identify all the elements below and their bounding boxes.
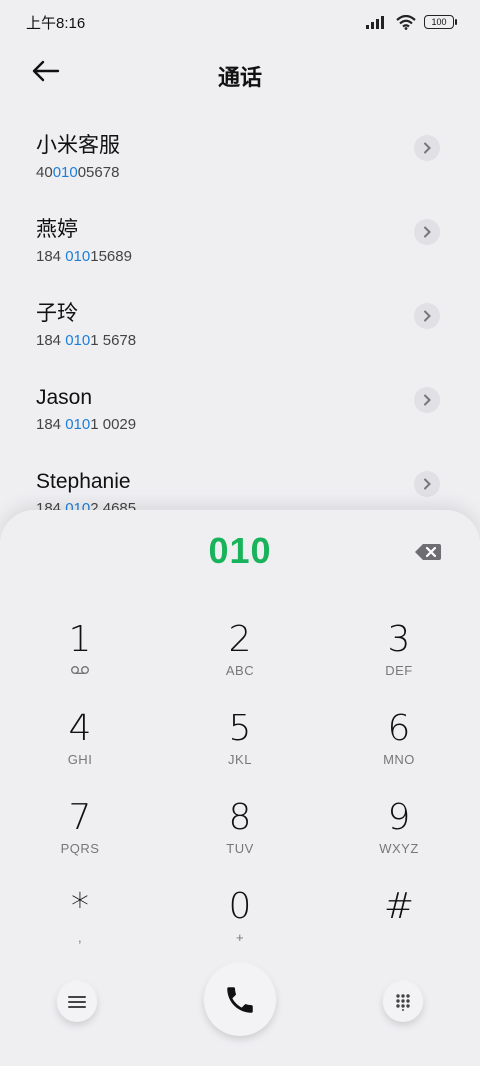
contact-item[interactable]: 子玲 184 0101 5678 [0,288,480,372]
contact-detail-button[interactable] [414,135,440,161]
key-digit: 8 [228,797,252,838]
key-letters: MNO [383,752,415,767]
number-suffix: 15689 [90,248,132,265]
contact-item[interactable]: 燕婷 184 01015689 [0,204,480,288]
contact-number: 4001005678 [36,162,444,184]
key-letters: + [235,930,245,945]
contact-item[interactable]: 小米客服 4001005678 [0,120,480,204]
voicemail-icon [71,666,89,674]
key-letters: WXYZ [379,841,419,856]
signal-icon [366,16,384,29]
number-match: 010 [65,332,91,349]
key-digit: 3 [387,619,411,660]
wifi-icon [396,14,416,30]
contact-number: 184 0101 5678 [36,330,444,352]
key-hash[interactable]: # [344,885,454,965]
contact-number: 184 01015689 [36,246,444,268]
key-letters: ABC [225,663,255,678]
contact-detail-button[interactable] [414,303,440,329]
number-suffix: 1 5678 [90,332,137,349]
header: 通话 [0,50,480,96]
battery-icon: 100 [424,15,457,29]
key-8[interactable]: 8 TUV [185,796,295,876]
status-bar: 上午8:16 100 [0,0,480,44]
key-letters: DEF [385,663,413,678]
chevron-right-icon [424,478,431,490]
key-letters: JKL [228,752,252,767]
number-suffix: 1 0029 [90,416,137,433]
key-6[interactable]: 6 MNO [344,707,454,787]
phone-icon [227,987,253,1013]
dialpad-actions [0,962,480,1042]
chevron-right-icon [424,310,431,322]
key-digit: 9 [387,797,411,838]
number-prefix: 184 [36,416,66,433]
number-prefix: 184 [36,332,66,349]
key-letters: GHI [67,752,93,767]
key-letters: , [77,930,83,945]
dialed-number: 010 [208,530,272,571]
contact-list: 小米客服 4001005678 燕婷 184 01015689 子玲 184 0… [0,120,480,540]
key-digit: * [71,886,89,927]
contact-name: 子玲 [36,302,78,325]
keypad-toggle-button[interactable] [383,982,423,1022]
key-4[interactable]: 4 GHI [25,707,135,787]
contact-detail-button[interactable] [414,471,440,497]
contact-name: Jason [36,386,93,409]
chevron-right-icon [424,394,431,406]
key-digit: 0 [228,886,252,927]
key-digit: 6 [387,708,411,749]
chevron-right-icon [424,142,431,154]
contact-item[interactable]: Jason 184 0101 0029 [0,372,480,456]
menu-icon [68,996,86,1008]
key-2[interactable]: 2 ABC [185,618,295,698]
key-letters: TUV [226,841,254,856]
key-star[interactable]: * , [25,885,135,965]
key-5[interactable]: 5 JKL [185,707,295,787]
key-9[interactable]: 9 WXYZ [344,796,454,876]
contact-number: 184 0101 0029 [36,414,444,436]
number-match: 010 [65,248,91,265]
key-digit: 2 [228,619,252,660]
key-digit: # [383,886,415,927]
keypad-grid-icon [396,994,410,1011]
menu-button[interactable] [57,982,97,1022]
key-digit: 5 [228,708,252,749]
key-1[interactable]: 1 [25,618,135,698]
status-icons: 100 [366,14,457,30]
key-digit: 1 [68,619,92,660]
status-time: 上午8:16 [26,14,86,32]
chevron-right-icon [424,226,431,238]
number-prefix: 184 [36,248,66,265]
number-suffix: 05678 [77,164,120,181]
call-button[interactable] [204,964,276,1036]
page-title: 通话 [217,65,262,90]
contact-name: 小米客服 [36,134,120,157]
number-prefix: 40 [36,164,53,181]
key-letters: PQRS [60,841,100,856]
contact-name: Stephanie [36,470,131,493]
contact-name: 燕婷 [36,218,78,241]
battery-level: 100 [431,17,447,27]
key-0[interactable]: 0 + [185,885,295,965]
contact-detail-button[interactable] [414,387,440,413]
number-match: 010 [65,416,91,433]
key-7[interactable]: 7 PQRS [25,796,135,876]
key-3[interactable]: 3 DEF [344,618,454,698]
number-match: 010 [52,164,78,181]
key-digit: 7 [68,797,92,838]
key-digit: 4 [68,708,92,749]
backspace-icon [415,544,441,560]
dialpad-sheet: 010 1 2 ABC 3 DEF 4 GHI 5 JKL 6 MNO 7 PQ… [0,510,480,1066]
backspace-button[interactable] [414,542,442,562]
contact-detail-button[interactable] [414,219,440,245]
